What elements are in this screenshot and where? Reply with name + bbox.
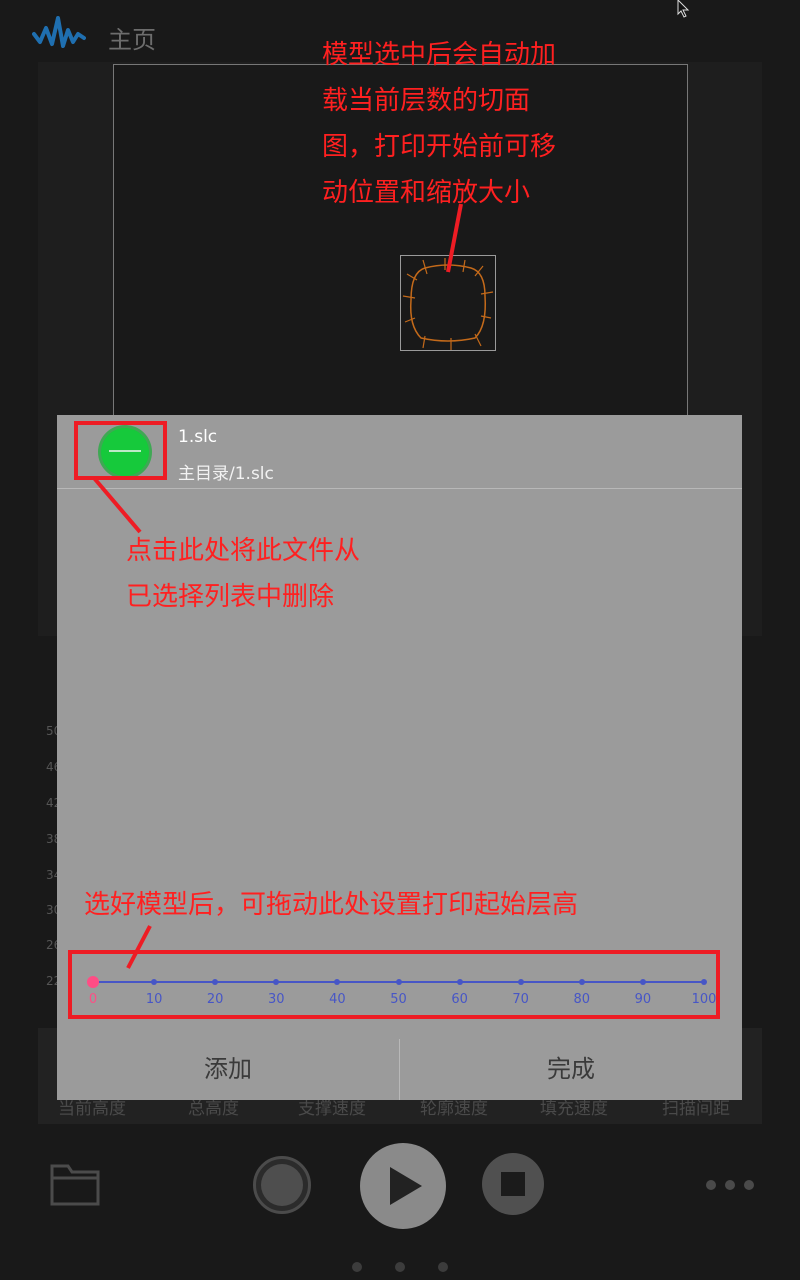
slice-contour bbox=[402, 258, 494, 350]
page-indicator-dot bbox=[352, 1262, 362, 1272]
play-icon[interactable] bbox=[360, 1143, 446, 1229]
more-dots-icon[interactable] bbox=[704, 1178, 756, 1192]
model-slice-preview[interactable] bbox=[400, 255, 496, 351]
annotation-preview-note: 模型选中后会自动加 载当前层数的切面 图，打印开始前可移 动位置和缩放大小 bbox=[322, 40, 557, 208]
highlight-slider bbox=[68, 950, 720, 1019]
annotation-remove-note: 点击此处将此文件从 已选择列表中删除 bbox=[126, 536, 361, 612]
done-button[interactable]: 完成 bbox=[400, 1039, 742, 1100]
add-button[interactable]: 添加 bbox=[57, 1039, 399, 1100]
file-name: 1.slc bbox=[178, 427, 218, 447]
page-title: 主页 bbox=[108, 26, 156, 54]
page-indicator-dot bbox=[438, 1262, 448, 1272]
waveform-logo-icon bbox=[32, 16, 86, 48]
cursor-icon bbox=[677, 0, 690, 18]
file-path: 主目录/1.slc bbox=[178, 464, 274, 484]
highlight-remove-button bbox=[74, 421, 167, 480]
annotation-slider-note: 选好模型后，可拖动此处设置打印起始层高 bbox=[84, 890, 579, 920]
folder-icon[interactable] bbox=[50, 1160, 100, 1206]
stop-icon[interactable] bbox=[482, 1153, 544, 1215]
record-icon[interactable] bbox=[253, 1156, 311, 1214]
page-indicator-dot bbox=[395, 1262, 405, 1272]
